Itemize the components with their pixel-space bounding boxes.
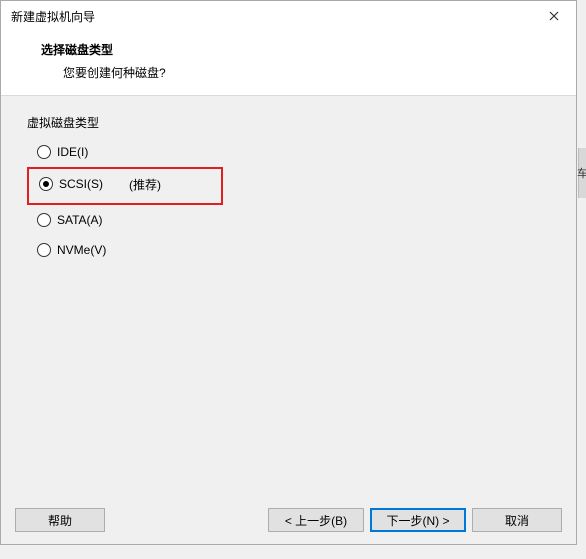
back-button[interactable]: < 上一步(B) xyxy=(268,508,364,532)
radio-label: SATA(A) xyxy=(57,213,103,227)
wizard-dialog: 新建虚拟机向导 选择磁盘类型 您要创建何种磁盘? 虚拟磁盘类型 IDE(I) S… xyxy=(0,0,577,545)
page-subtitle: 您要创建何种磁盘? xyxy=(41,64,576,81)
close-icon xyxy=(549,8,559,24)
title-bar: 新建虚拟机向导 xyxy=(1,1,576,31)
radio-option-scsi[interactable]: SCSI(S) (推荐) xyxy=(29,171,221,197)
radio-label: IDE(I) xyxy=(57,145,88,159)
radio-icon xyxy=(37,145,51,159)
radio-icon xyxy=(37,213,51,227)
content-area: 虚拟磁盘类型 IDE(I) SCSI(S) (推荐) SATA(A) NVMe(… xyxy=(1,96,576,496)
background-fragment: 车 xyxy=(578,148,586,198)
button-bar: 帮助 < 上一步(B) 下一步(N) > 取消 xyxy=(1,496,576,544)
disk-type-group-label: 虚拟磁盘类型 xyxy=(27,114,556,131)
radio-label: NVMe(V) xyxy=(57,243,106,257)
window-title: 新建虚拟机向导 xyxy=(11,8,95,25)
radio-icon xyxy=(39,177,53,191)
recommended-highlight: SCSI(S) (推荐) xyxy=(27,167,223,205)
recommended-tag: (推荐) xyxy=(129,176,161,193)
radio-option-ide[interactable]: IDE(I) xyxy=(27,139,556,165)
radio-option-sata[interactable]: SATA(A) xyxy=(27,207,556,233)
help-button[interactable]: 帮助 xyxy=(15,508,105,532)
wizard-header: 选择磁盘类型 您要创建何种磁盘? xyxy=(1,31,576,96)
radio-icon xyxy=(37,243,51,257)
radio-label: SCSI(S) xyxy=(59,177,103,191)
cancel-button[interactable]: 取消 xyxy=(472,508,562,532)
radio-option-nvme[interactable]: NVMe(V) xyxy=(27,237,556,263)
close-button[interactable] xyxy=(532,1,576,31)
next-button[interactable]: 下一步(N) > xyxy=(370,508,466,532)
page-title: 选择磁盘类型 xyxy=(41,41,576,58)
